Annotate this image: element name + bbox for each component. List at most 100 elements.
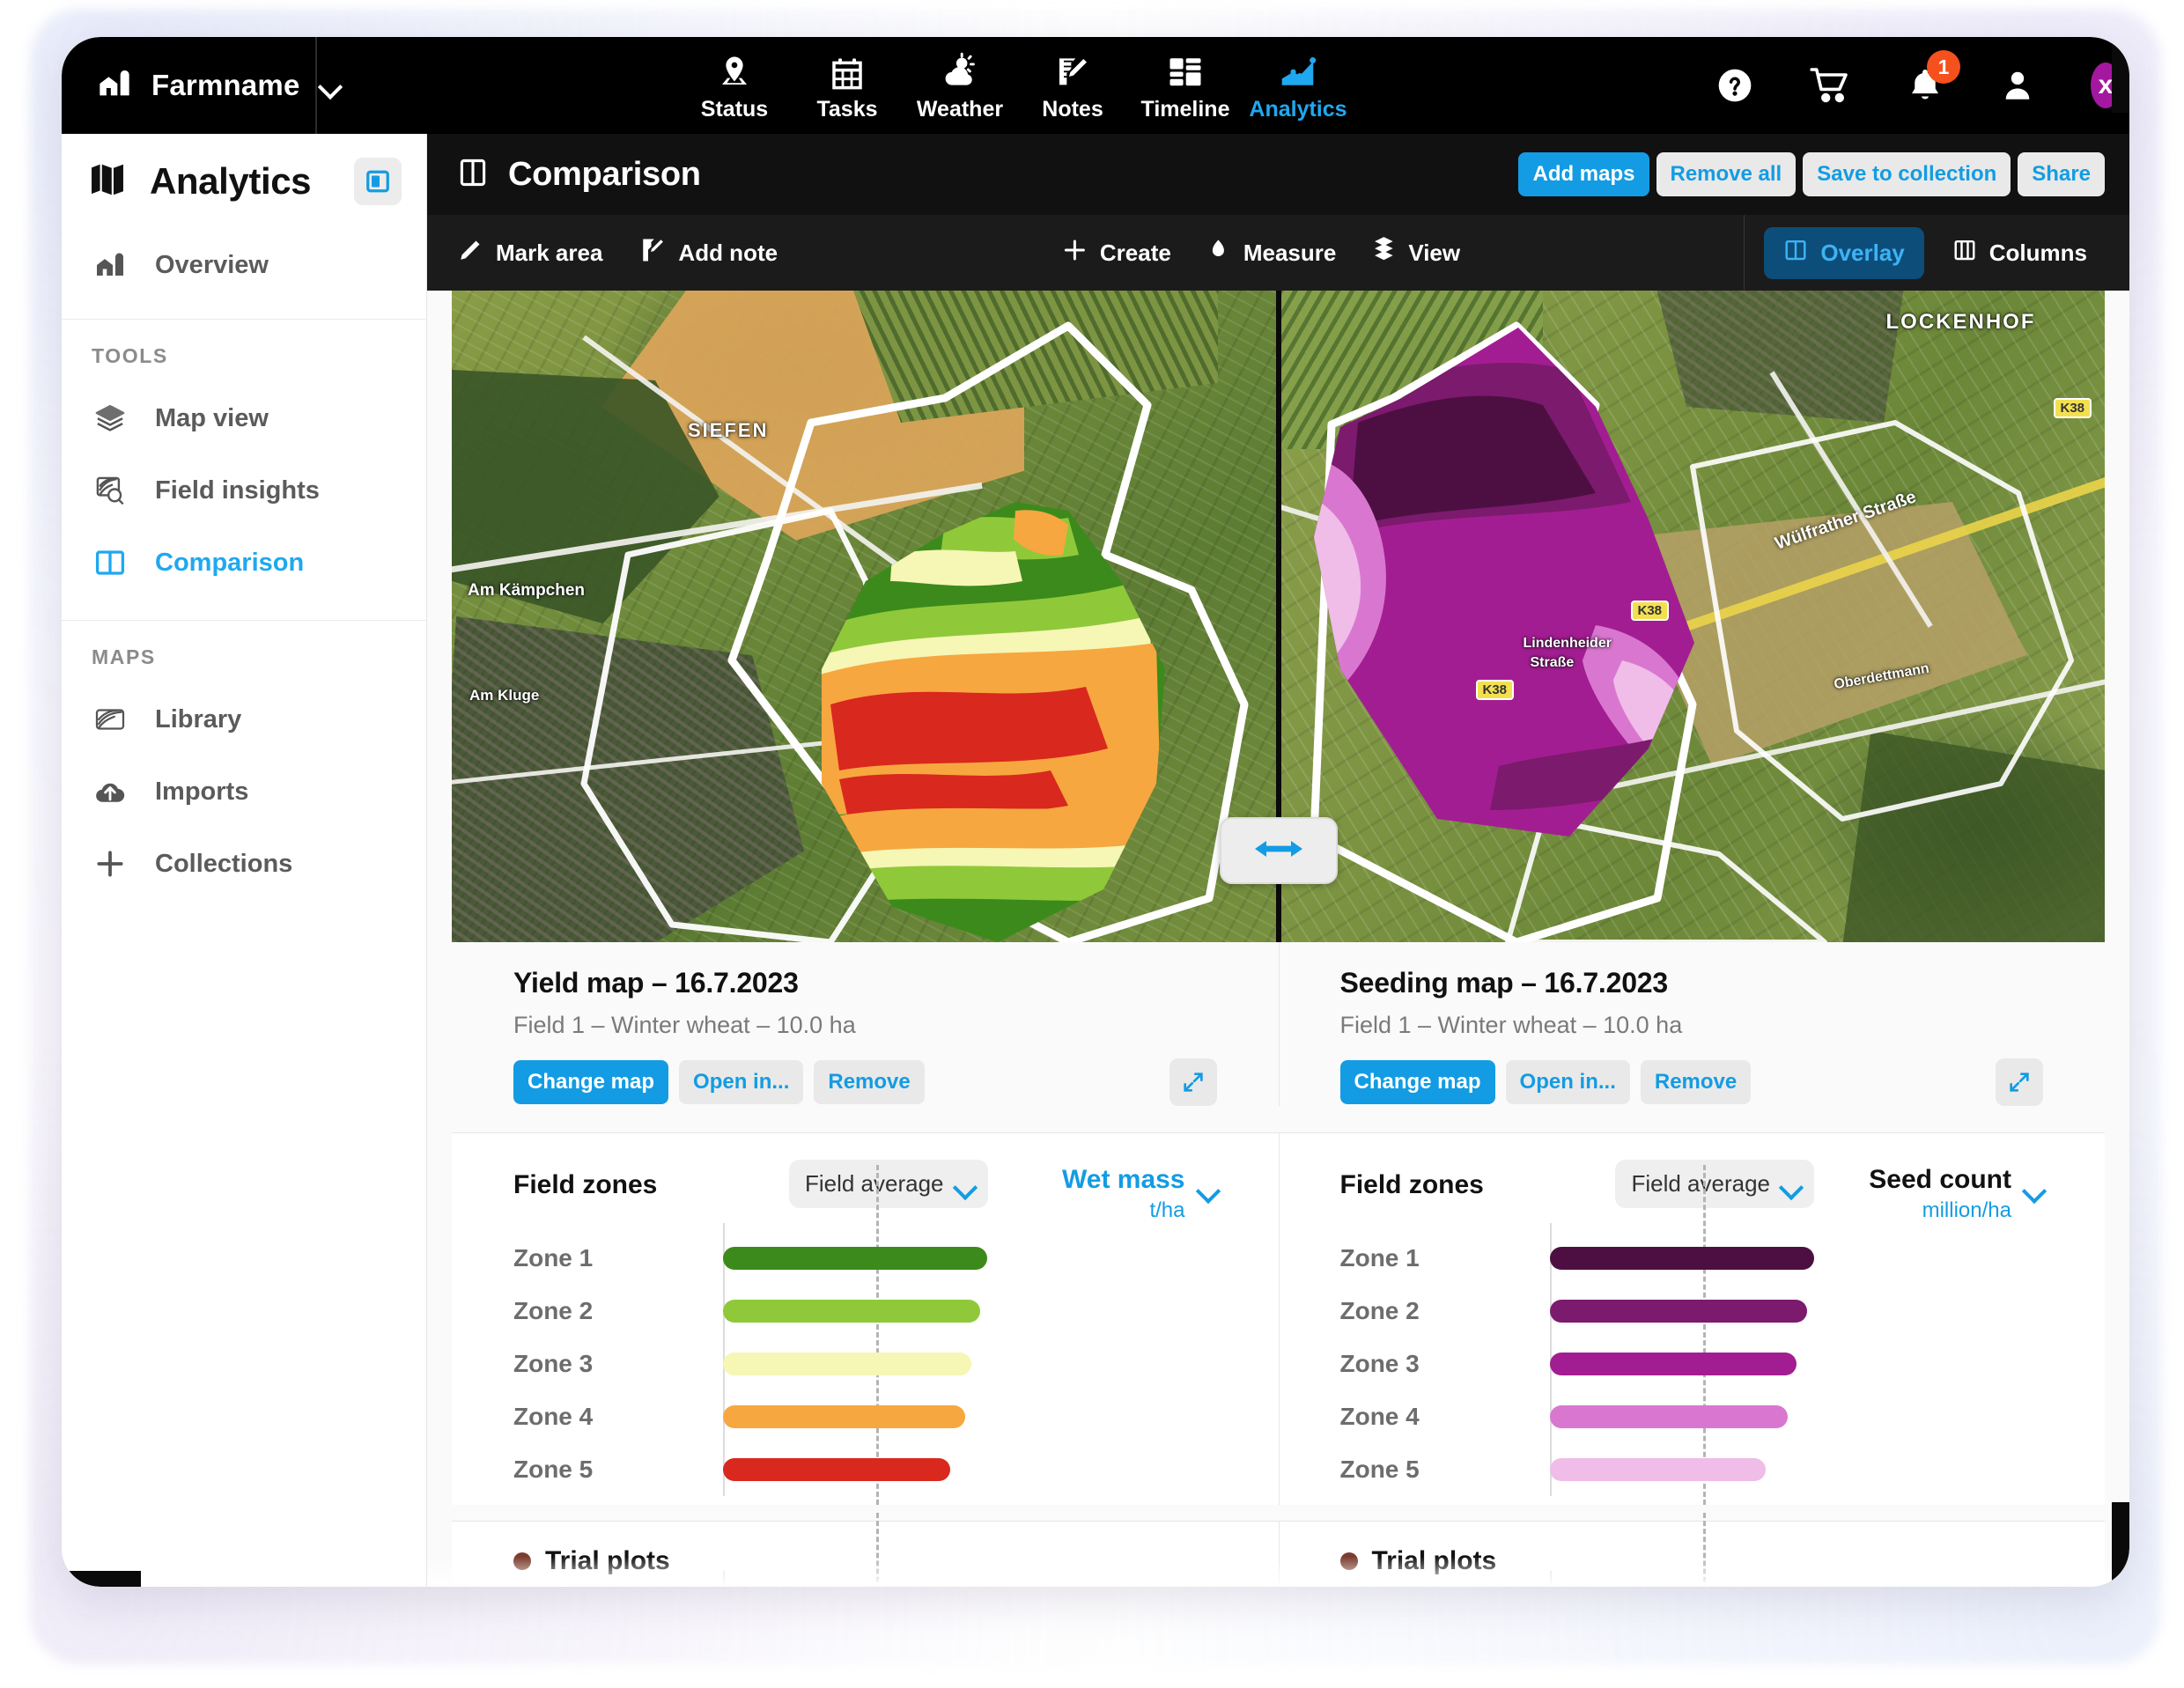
frame-mark xyxy=(2112,1502,2129,1587)
bar-label: Zone 2 xyxy=(1339,1297,1420,1324)
bar-row: Zone 2 xyxy=(1340,1285,2044,1338)
map-panel-left[interactable]: SIEFEN Am Kämpchen Am Kluge xyxy=(452,291,1279,942)
road-shield: K38 xyxy=(1630,601,1670,621)
bar-row: Zone 1 xyxy=(1340,1232,2044,1285)
bell-icon[interactable]: 1 xyxy=(1906,50,1960,105)
create-button[interactable]: Create xyxy=(1061,237,1171,269)
trial-plot-dot-icon xyxy=(513,1552,531,1570)
bar xyxy=(723,1247,987,1270)
add-maps-button[interactable]: Add maps xyxy=(1518,152,1649,196)
overlay-mode-button[interactable]: Overlay xyxy=(1764,226,1924,279)
chevron-down-icon xyxy=(1198,1179,1217,1198)
measure-button[interactable]: Measure xyxy=(1206,238,1336,269)
nav-item-tasks[interactable]: Tasks xyxy=(791,48,904,122)
card-subtitle: Field 1 – Winter wheat – 10.0 ha xyxy=(1339,1012,1683,1038)
add-note-button[interactable]: Add note xyxy=(639,237,778,269)
farm-name-label: Farmname xyxy=(151,69,300,101)
metric-unit: t/ha xyxy=(1149,1198,1185,1222)
sidebar-item-library[interactable]: Library xyxy=(62,683,426,756)
bar xyxy=(723,1353,971,1375)
map-book-icon xyxy=(88,160,127,203)
metric-selector-seed-count[interactable]: Seed count million/ha xyxy=(1814,1160,2043,1223)
sidebar-item-map-view[interactable]: Map view xyxy=(62,382,426,454)
metric-name: Seed count xyxy=(1869,1165,2011,1194)
field-average-selector[interactable]: Field average xyxy=(788,1160,988,1208)
chevron-down-icon xyxy=(1781,1176,1798,1193)
bar-label: Zone 5 xyxy=(513,1456,594,1483)
panel-toggle-icon[interactable] xyxy=(354,158,402,205)
toolbar-middle-group: Create Measure View xyxy=(1061,236,1495,270)
field-search-icon xyxy=(92,472,129,509)
compare-panels-icon xyxy=(457,157,489,193)
sidebar-item-comparison[interactable]: Comparison xyxy=(62,527,426,599)
notification-badge: 1 xyxy=(1927,50,1960,84)
remove-button[interactable]: Remove xyxy=(814,1060,925,1104)
bar xyxy=(1549,1247,1814,1270)
chart-axis xyxy=(1549,1571,1552,1587)
expand-diagonal-icon[interactable] xyxy=(1169,1058,1217,1106)
create-label: Create xyxy=(1099,239,1171,266)
sidebar-item-label: Comparison xyxy=(155,548,305,577)
metric-selector-wet-mass[interactable]: Wet mass t/ha xyxy=(988,1160,1217,1223)
chart-header: Field zones Field average Wet mass t/ha xyxy=(513,1160,1217,1223)
sidebar-item-overview[interactable]: Overview xyxy=(62,229,426,301)
user-icon[interactable] xyxy=(1999,67,2036,104)
sidebar-item-field-insights[interactable]: Field insights xyxy=(62,454,426,527)
shopping-cart-icon[interactable] xyxy=(1809,64,1851,107)
nav-label-timeline: Timeline xyxy=(1140,97,1230,122)
chevron-down-icon xyxy=(955,1176,972,1193)
change-map-button[interactable]: Change map xyxy=(513,1060,669,1104)
bar-row: Zone 3 xyxy=(513,1338,1217,1390)
open-in-button[interactable]: Open in... xyxy=(679,1060,804,1104)
road-shield: K38 xyxy=(2053,398,2092,418)
share-button[interactable]: Share xyxy=(2018,152,2105,196)
sidebar-item-collections[interactable]: Collections xyxy=(62,828,426,900)
open-in-button[interactable]: Open in... xyxy=(1505,1060,1630,1104)
field-average-label: Field average xyxy=(1631,1170,1770,1197)
map-comparison-viewport[interactable]: SIEFEN Am Kämpchen Am Kluge LOCKENHOF Wü… xyxy=(452,291,2105,942)
chart-left: Field zones Field average Wet mass t/ha xyxy=(452,1133,1279,1505)
map-panel-right[interactable]: LOCKENHOF Wülfrather Straße Oberdettmann… xyxy=(1278,291,2105,942)
expand-diagonal-icon[interactable] xyxy=(1996,1058,2043,1106)
remove-button[interactable]: Remove xyxy=(1640,1060,1752,1104)
nav-item-status[interactable]: Status xyxy=(678,48,791,122)
map-splitter-handle[interactable] xyxy=(1219,817,1338,884)
plus-icon xyxy=(1061,237,1088,269)
field-average-selector[interactable]: Field average xyxy=(1615,1160,1814,1208)
add-note-label: Add note xyxy=(678,239,778,266)
nav-item-notes[interactable]: Notes xyxy=(1016,48,1129,122)
nav-item-timeline[interactable]: Timeline xyxy=(1129,48,1242,122)
mark-area-button[interactable]: Mark area xyxy=(457,237,602,269)
sidebar-item-imports[interactable]: Imports xyxy=(62,756,426,828)
sidebar-item-label: Field insights xyxy=(155,475,320,505)
calendar-icon xyxy=(830,52,865,91)
save-to-collection-button[interactable]: Save to collection xyxy=(1803,152,2011,196)
card-actions: Change map Open in... Remove xyxy=(1339,1058,2106,1106)
bar-label: Zone 2 xyxy=(513,1297,594,1324)
bar-row: Zone 3 xyxy=(1340,1338,2044,1390)
yield-map-overlay xyxy=(822,502,1165,942)
sidebar-item-label: Map view xyxy=(155,403,269,432)
bar xyxy=(723,1458,950,1481)
note-pencil-icon xyxy=(639,237,666,269)
help-icon[interactable] xyxy=(1715,66,1754,105)
horizontal-resize-arrows-icon xyxy=(1253,836,1304,866)
view-button[interactable]: View xyxy=(1371,236,1460,270)
columns-mode-button[interactable]: Columns xyxy=(1933,227,2107,279)
columns-icon xyxy=(1952,238,1977,269)
change-map-button[interactable]: Change map xyxy=(1339,1060,1495,1104)
mark-area-label: Mark area xyxy=(496,239,603,266)
bar-row: Zone 5 xyxy=(513,1443,1217,1496)
trial-plots-title: Trial plots xyxy=(545,1546,670,1575)
metric-name: Wet mass xyxy=(1061,1165,1185,1194)
bar-label: Zone 5 xyxy=(1339,1456,1420,1483)
top-navigation-bar: Farmname Status Tasks Weather Notes Time… xyxy=(62,37,2129,134)
nav-item-weather[interactable]: Weather xyxy=(904,48,1016,122)
bar-row: Zone 5 xyxy=(1340,1443,2044,1496)
bar xyxy=(723,1300,980,1323)
farm-selector[interactable]: Farmname xyxy=(62,37,317,134)
overlay-icon xyxy=(1783,238,1808,269)
nav-item-analytics[interactable]: Analytics xyxy=(1242,48,1354,122)
trial-plots-charts: Trial plots Trial plot #1 Trial plots Tr… xyxy=(452,1513,2105,1587)
remove-all-button[interactable]: Remove all xyxy=(1656,152,1797,196)
